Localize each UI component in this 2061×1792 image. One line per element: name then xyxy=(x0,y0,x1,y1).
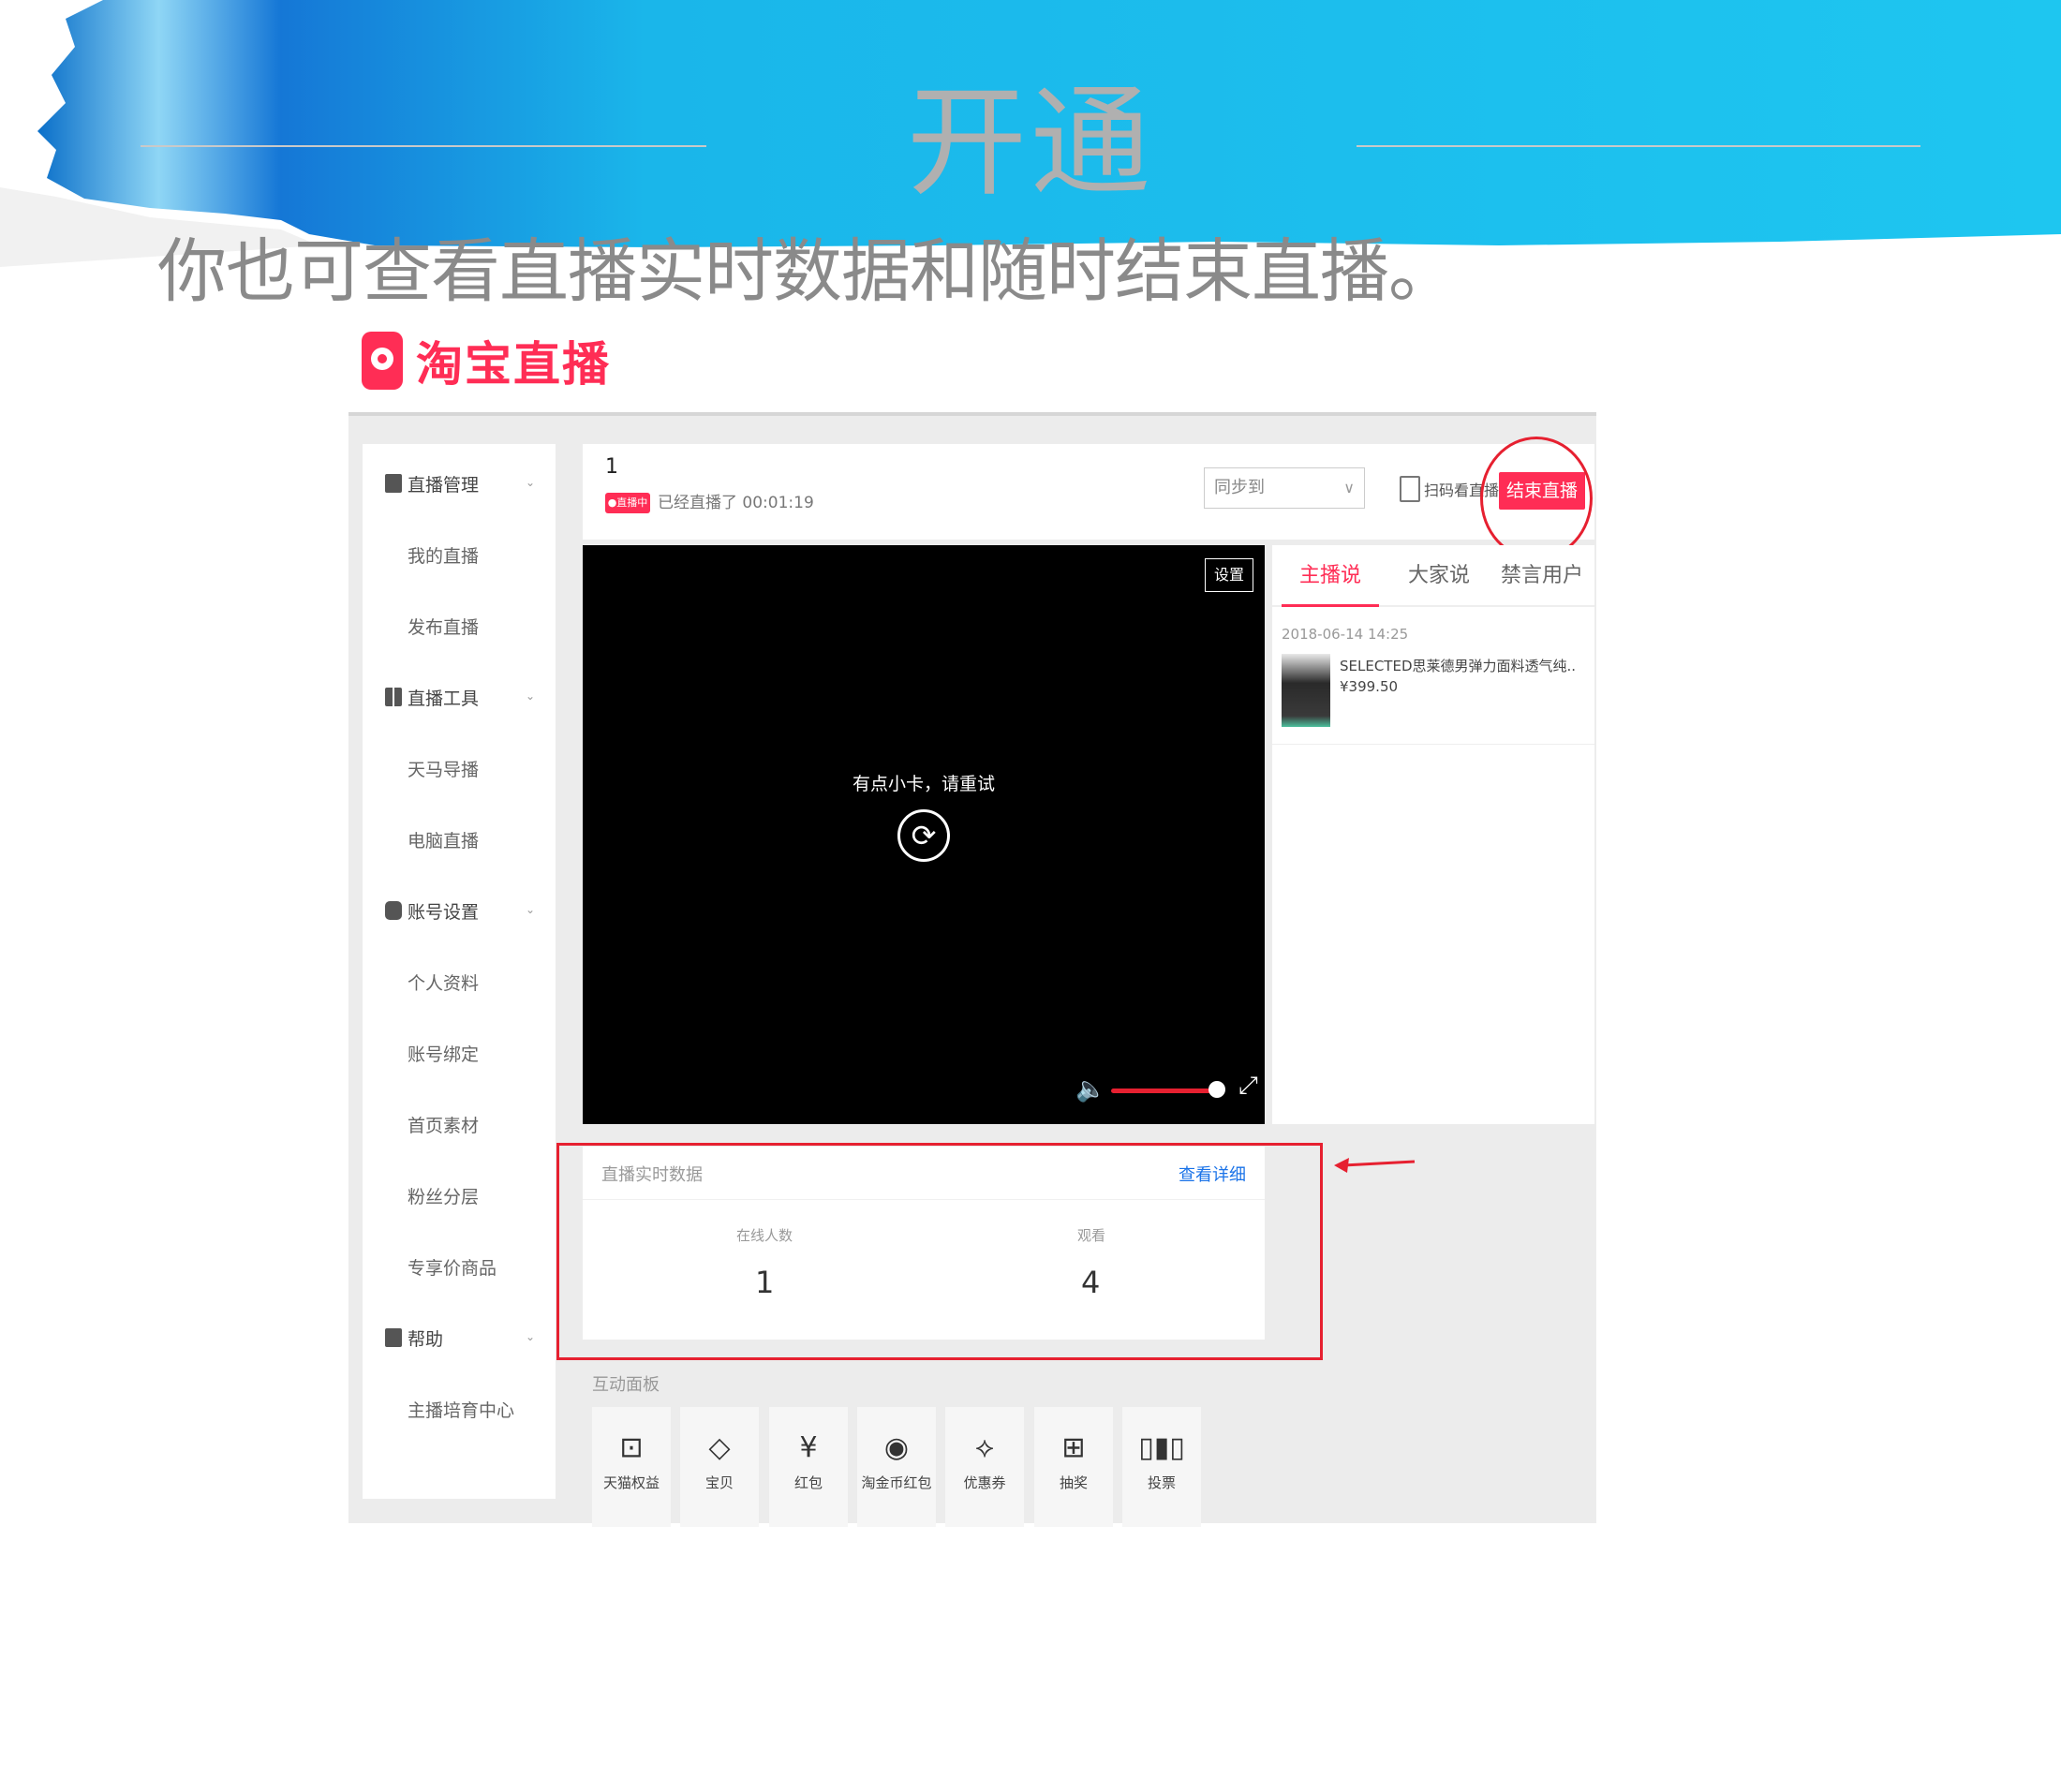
sidebar-item-binding[interactable]: 账号绑定 xyxy=(363,1034,556,1072)
interaction-panel-title: 互动面板 xyxy=(592,1375,660,1395)
sidebar-group-label: 直播工具 xyxy=(408,688,480,709)
comments-panel: 主播说 大家说 禁言用户 2018-06-14 14:25 SELECTED思莱… xyxy=(1272,545,1594,1124)
video-player[interactable]: 设置 有点小卡，请重试 ⟳ 🔈 ⤢ xyxy=(583,545,1265,1124)
volume-slider-knob[interactable] xyxy=(1208,1081,1226,1098)
tab-muted-users[interactable]: 禁言用户 xyxy=(1493,545,1591,607)
stream-name: 1 xyxy=(605,455,618,479)
sidebar-group-live-management[interactable]: 直播管理 ⌄ xyxy=(363,465,556,502)
sidebar-group-help[interactable]: 帮助 ⌄ xyxy=(363,1319,556,1356)
book-icon xyxy=(385,1328,402,1347)
sidebar-item-home-material[interactable]: 首页素材 xyxy=(363,1105,556,1143)
taobao-live-logo-icon xyxy=(362,332,403,390)
product-name[interactable]: SELECTED思莱德男弹力面料透气纯.. xyxy=(1340,656,1576,675)
pointer-arrow-icon xyxy=(1334,1158,1416,1173)
sidebar-item-my-live[interactable]: 我的直播 xyxy=(363,536,556,573)
taobao-live-logo: 淘宝直播 xyxy=(362,328,611,393)
chevron-down-icon: ⌄ xyxy=(525,476,535,489)
coupon-icon: ⟡ xyxy=(975,1431,994,1464)
comment-timestamp: 2018-06-14 14:25 xyxy=(1282,626,1409,643)
video-settings-button[interactable]: 设置 xyxy=(1205,558,1253,592)
sidebar-item-pc-live[interactable]: 电脑直播 xyxy=(363,821,556,858)
slide-title: 开通 xyxy=(906,73,1154,213)
volume-icon[interactable]: 🔈 xyxy=(1075,1075,1105,1103)
logo-text: 淘宝直播 xyxy=(416,337,611,392)
realtime-highlight-box xyxy=(556,1143,1323,1360)
sync-select-placeholder: 同步到 xyxy=(1214,478,1265,497)
tool-coin-red-packet[interactable]: ◉ 淘金币红包 xyxy=(857,1407,936,1527)
product-thumbnail[interactable] xyxy=(1282,654,1330,727)
live-console: 直播管理 ⌄ 我的直播 发布直播 直播工具 ⌄ 天马导播 电脑直播 账号设置 ⌄… xyxy=(348,412,1596,1527)
comments-tabs: 主播说 大家说 禁言用户 xyxy=(1272,545,1594,607)
fullscreen-icon[interactable]: ⤢ xyxy=(1238,1072,1258,1101)
vote-icon: ▯▮▯ xyxy=(1138,1431,1185,1464)
sidebar-item-training[interactable]: 主播培育中心 xyxy=(363,1390,556,1428)
product-price: ¥399.50 xyxy=(1340,678,1399,695)
tool-coupon[interactable]: ⟡ 优惠券 xyxy=(945,1407,1024,1527)
sync-to-select[interactable]: 同步到 ∨ xyxy=(1204,467,1365,509)
tab-everyone-says[interactable]: 大家说 xyxy=(1390,545,1488,607)
sidebar-item-publish-live[interactable]: 发布直播 xyxy=(363,607,556,644)
qr-code-icon xyxy=(1400,476,1420,502)
tool-red-packet[interactable]: ¥ 红包 xyxy=(769,1407,848,1527)
tool-label: 优惠券 xyxy=(963,1474,1006,1491)
account-icon xyxy=(385,901,402,920)
sidebar-group-label: 直播管理 xyxy=(408,474,480,496)
gift-icon: ⊞ xyxy=(1061,1431,1086,1464)
sidebar-item-tianma[interactable]: 天马导播 xyxy=(363,749,556,787)
end-button-highlight-circle xyxy=(1480,437,1593,560)
sidebar-group-label: 帮助 xyxy=(408,1328,444,1350)
chevron-down-icon: ⌄ xyxy=(525,1330,535,1343)
tool-vote[interactable]: ▯▮▯ 投票 xyxy=(1122,1407,1201,1527)
tool-label: 抽奖 xyxy=(1059,1474,1088,1491)
red-packet-icon: ¥ xyxy=(799,1431,818,1464)
tool-label: 宝贝 xyxy=(704,1474,734,1491)
sidebar: 直播管理 ⌄ 我的直播 发布直播 直播工具 ⌄ 天马导播 电脑直播 账号设置 ⌄… xyxy=(363,444,556,1499)
tool-label: 天猫权益 xyxy=(602,1474,660,1491)
coin-icon: ◉ xyxy=(883,1431,910,1464)
sidebar-group-label: 账号设置 xyxy=(408,901,480,923)
chevron-down-icon: ⌄ xyxy=(525,903,535,916)
sidebar-group-account-settings[interactable]: 账号设置 ⌄ xyxy=(363,892,556,929)
tag-icon: ◇ xyxy=(708,1431,731,1464)
tool-lottery[interactable]: ⊞ 抽奖 xyxy=(1034,1407,1113,1527)
slide-subtitle: 你也可查看直播实时数据和随时结束直播。 xyxy=(157,231,1458,312)
tab-host-says[interactable]: 主播说 xyxy=(1282,545,1379,607)
volume-slider-track[interactable] xyxy=(1111,1089,1218,1093)
live-duration: 已经直播了 00:01:19 xyxy=(658,494,814,512)
grid-icon xyxy=(385,688,402,706)
sidebar-item-exclusive-goods[interactable]: 专享价商品 xyxy=(363,1248,556,1285)
live-status-badge: ●直播中 xyxy=(605,493,650,513)
tmall-icon: ⊡ xyxy=(619,1431,644,1464)
reload-icon[interactable]: ⟳ xyxy=(897,809,950,862)
tool-product[interactable]: ◇ 宝贝 xyxy=(680,1407,759,1527)
sidebar-item-fan-layers[interactable]: 粉丝分层 xyxy=(363,1177,556,1214)
tool-label: 淘金币红包 xyxy=(861,1474,932,1491)
live-topbar: 1 ●直播中 已经直播了 00:01:19 同步到 ∨ 扫码看直播 结束直播 xyxy=(583,437,1594,560)
sidebar-item-profile[interactable]: 个人资料 xyxy=(363,963,556,1000)
chevron-down-icon: ∨ xyxy=(1343,479,1355,496)
document-icon xyxy=(385,474,402,493)
tool-label: 红包 xyxy=(793,1474,823,1491)
slide: 开通 你也可查看直播实时数据和随时结束直播。 淘宝直播 直播管理 ⌄ 我的直播 … xyxy=(0,0,2061,1792)
divider xyxy=(1272,744,1594,745)
tool-tmall-benefits[interactable]: ⊡ 天猫权益 xyxy=(592,1407,671,1527)
tool-label: 投票 xyxy=(1147,1474,1176,1491)
chevron-down-icon: ⌄ xyxy=(525,689,535,703)
video-error-message: 有点小卡，请重试 xyxy=(852,774,995,794)
sidebar-group-live-tools[interactable]: 直播工具 ⌄ xyxy=(363,678,556,716)
